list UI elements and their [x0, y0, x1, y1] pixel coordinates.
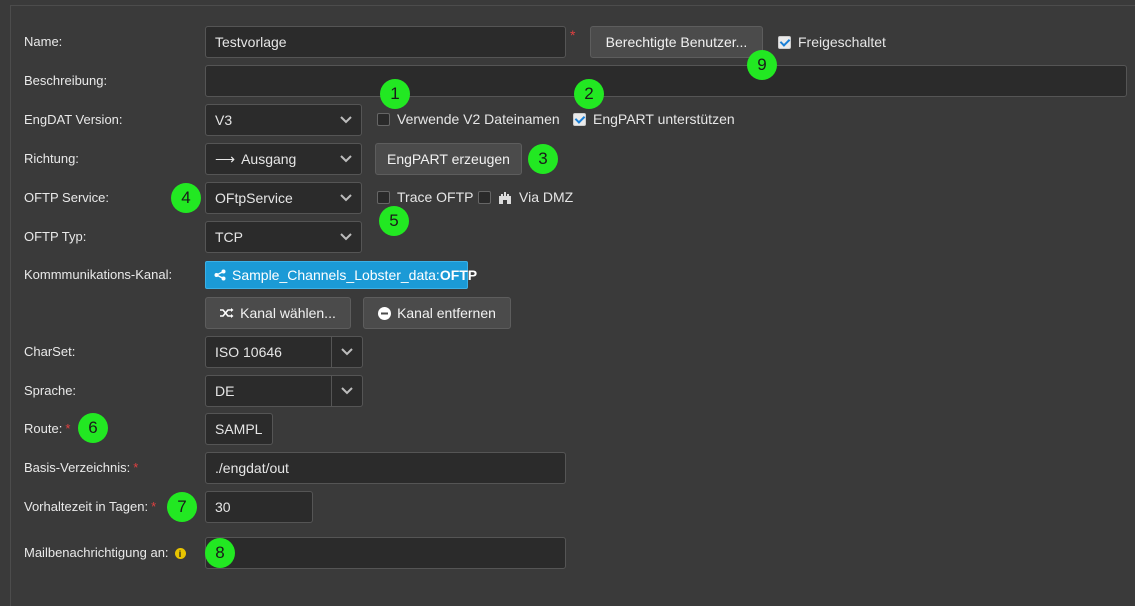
annotation-badge-7: 7 — [167, 492, 197, 522]
label-description: Beschreibung: — [24, 73, 108, 88]
trace-oftp-label: Trace OFTP — [397, 189, 474, 205]
annotation-badge-5: 5 — [379, 206, 409, 236]
language-value: DE — [215, 383, 235, 399]
label-route: Route: * — [24, 421, 71, 436]
trace-oftp-checkbox[interactable]: Trace OFTP — [377, 189, 474, 205]
direction-select[interactable]: ⟶ Ausgang — [205, 143, 362, 175]
label-charset: CharSet: — [24, 344, 76, 359]
annotation-badge-2: 2 — [574, 79, 604, 109]
v2-filenames-label: Verwende V2 Dateinamen — [397, 111, 560, 127]
v2-filenames-check-box[interactable] — [377, 112, 390, 126]
castle-icon — [498, 191, 512, 204]
label-base-dir: Basis-Verzeichnis: * — [24, 460, 139, 475]
annotation-badge-4: 4 — [171, 183, 201, 213]
retention-input[interactable]: 30 — [205, 491, 313, 523]
language-select[interactable]: DE — [205, 375, 363, 407]
oftp-type-value: TCP — [215, 229, 243, 245]
oftp-type-select[interactable]: TCP — [205, 221, 362, 253]
remove-channel-label: Kanal entfernen — [397, 305, 496, 321]
base-dir-required-mark: * — [133, 460, 139, 475]
name-required-mark: * — [570, 27, 576, 43]
label-channel: Kommmunikations-Kanal: — [24, 267, 173, 282]
label-retention: Vorhaltezeit in Tagen: * — [24, 499, 157, 514]
choose-channel-button[interactable]: Kanal wählen... — [205, 297, 351, 329]
v2-filenames-checkbox[interactable]: Verwende V2 Dateinamen — [377, 111, 560, 127]
unlocked-checkbox[interactable]: Freigeschaltet — [778, 34, 886, 50]
annotation-badge-6: 6 — [78, 413, 108, 443]
label-oftp-type: OFTP Typ: — [24, 229, 87, 244]
arrow-right-icon: ⟶ — [215, 151, 236, 167]
engpart-support-check-box[interactable] — [573, 112, 586, 126]
engpart-generate-button[interactable]: EngPART erzeugen — [375, 143, 522, 175]
channel-protocol: OFTP — [439, 267, 478, 283]
direction-value: Ausgang — [241, 151, 297, 167]
charset-select[interactable]: ISO 10646 — [205, 336, 363, 368]
annotation-badge-8: 8 — [205, 538, 235, 568]
annotation-badge-1: 1 — [380, 79, 410, 109]
chevron-down-icon — [331, 337, 362, 367]
via-dmz-label: Via DMZ — [519, 189, 574, 205]
name-input[interactable]: Testvorlage — [205, 26, 566, 58]
annotation-badge-3: 3 — [528, 144, 558, 174]
chevron-down-icon — [331, 183, 361, 213]
label-oftp-service: OFTP Service: — [24, 190, 110, 205]
channel-name: Sample_Channels_Lobster_data: — [232, 267, 440, 283]
label-mail: Mailbenachrichtigung an: i — [24, 545, 186, 561]
channel-tag[interactable]: Sample_Channels_Lobster_data:OFTP — [205, 261, 477, 289]
shuffle-icon — [220, 307, 234, 319]
description-input[interactable] — [205, 65, 1127, 97]
route-required-mark: * — [65, 421, 71, 436]
chevron-down-icon — [331, 222, 361, 252]
engpart-support-checkbox[interactable]: EngPART unterstützen — [573, 111, 735, 127]
authorized-users-button[interactable]: Berechtigte Benutzer... — [590, 26, 763, 58]
oftp-service-value: OFtpService — [215, 190, 293, 206]
unlocked-check-box[interactable] — [778, 35, 791, 49]
base-dir-input[interactable]: ./engdat/out — [205, 452, 566, 484]
label-direction: Richtung: — [24, 151, 79, 166]
choose-channel-label: Kanal wählen... — [240, 305, 336, 321]
chevron-down-icon — [331, 376, 362, 406]
mail-input[interactable] — [205, 537, 566, 569]
trace-oftp-check-box[interactable] — [377, 190, 390, 204]
chevron-down-icon — [331, 144, 361, 174]
charset-value: ISO 10646 — [215, 344, 282, 360]
unlocked-label: Freigeschaltet — [798, 34, 886, 50]
share-icon — [214, 269, 226, 281]
oftp-service-select[interactable]: OFtpService — [205, 182, 362, 214]
remove-channel-button[interactable]: Kanal entfernen — [363, 297, 511, 329]
route-input[interactable]: SAMPL — [205, 413, 273, 445]
minus-circle-icon — [378, 306, 392, 320]
engpart-support-label: EngPART unterstützen — [593, 111, 735, 127]
via-dmz-checkbox[interactable]: Via DMZ — [478, 189, 573, 205]
retention-required-mark: * — [151, 499, 157, 514]
label-name: Name: — [24, 34, 63, 49]
label-engdat-version: EngDAT Version: — [24, 112, 123, 127]
engdat-version-value: V3 — [215, 112, 233, 128]
info-icon[interactable]: i — [174, 548, 186, 560]
chevron-down-icon — [331, 105, 361, 135]
annotation-badge-9: 9 — [747, 50, 777, 80]
engdat-version-select[interactable]: V3 — [205, 104, 362, 136]
label-language: Sprache: — [24, 383, 77, 398]
via-dmz-check-box[interactable] — [478, 190, 491, 204]
